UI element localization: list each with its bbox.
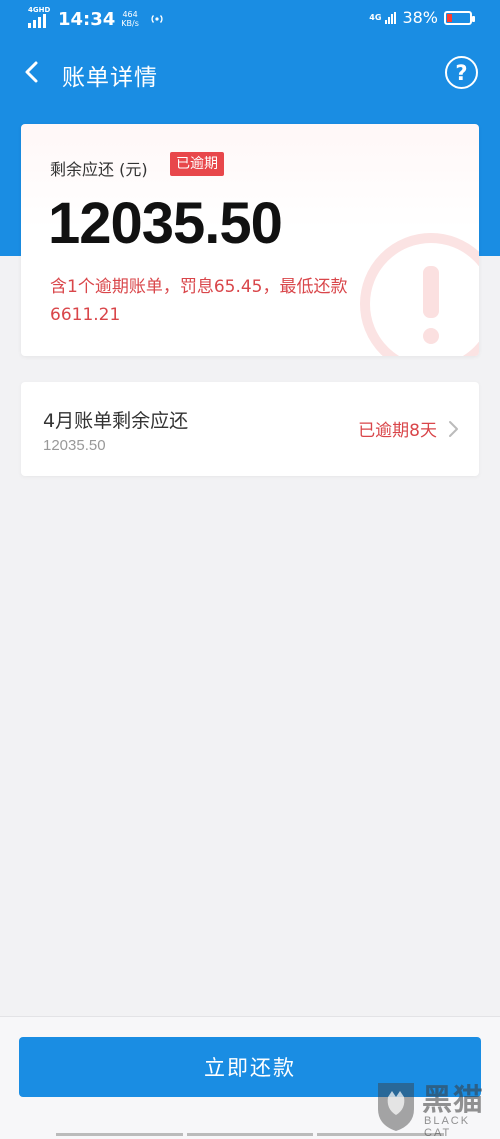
- clock: 14:34: [58, 8, 116, 30]
- watermark-subtitle: BLACK CAT: [424, 1115, 471, 1139]
- remaining-amount: 12035.50: [48, 191, 283, 256]
- summary-card: 剩余应还 (元) 已逾期 12035.50 含1个逾期账单，罚息65.45，最低…: [21, 124, 479, 356]
- page-title: 账单详情: [62, 65, 158, 91]
- black-cat-watermark: 黑猫 BLACK CAT: [372, 1071, 500, 1139]
- speed-unit: KB/s: [121, 19, 139, 28]
- help-button[interactable]: ?: [445, 56, 478, 89]
- remaining-due-label: 剩余应还 (元): [50, 160, 148, 179]
- bill-list-item[interactable]: 4月账单剩余应还 12035.50 已逾期8天: [21, 382, 479, 476]
- battery-percent: 38%: [402, 8, 438, 27]
- bill-amount: 12035.50: [43, 437, 106, 454]
- network-type-label: 4GHD: [28, 6, 51, 14]
- bill-title: 4月账单剩余应还: [43, 410, 189, 432]
- status-bar-left: 4GHD 14:34 464 KB/s: [28, 6, 165, 30]
- warning-watermark-icon: [360, 233, 479, 356]
- battery-icon: [444, 10, 475, 25]
- watermark-name: 黑猫: [422, 1083, 484, 1118]
- speed-value: 464: [122, 10, 138, 19]
- bill-overdue-status: 已逾期8天: [358, 421, 437, 441]
- overdue-note: 含1个逾期账单，罚息65.45，最低还款6611.21: [50, 277, 348, 325]
- back-arrow-icon[interactable]: [18, 58, 46, 86]
- overdue-badge: 已逾期: [170, 152, 224, 176]
- status-bar-right: 4G 38%: [369, 8, 475, 27]
- signal-group: 4GHD: [28, 6, 51, 30]
- signal-small-icon: [385, 11, 397, 24]
- chevron-right-icon: [449, 421, 458, 437]
- hotspot-icon: [151, 15, 163, 23]
- black-cat-logo-icon: [378, 1083, 414, 1131]
- signal-icon: [28, 14, 50, 28]
- status-bar: 4GHD 14:34 464 KB/s 4G 38%: [0, 0, 500, 40]
- app-header: 账单详情 ?: [0, 40, 500, 104]
- network-4g-label: 4G: [369, 13, 382, 22]
- network-speed: 464 KB/s: [121, 10, 139, 28]
